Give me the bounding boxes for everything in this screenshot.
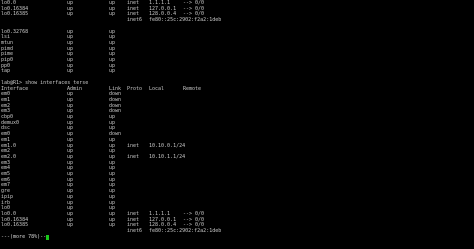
pager-prompt-line: ---(more 78%)--- [0, 234, 474, 240]
text-cursor [46, 234, 49, 240]
pager-prompt: ---(more 78%)--- [1, 233, 50, 240]
terminal-window[interactable]: lo0.0 up up inet 1.1.1.1 --> 0/0 lo0.16384 up up… [0, 0, 474, 249]
